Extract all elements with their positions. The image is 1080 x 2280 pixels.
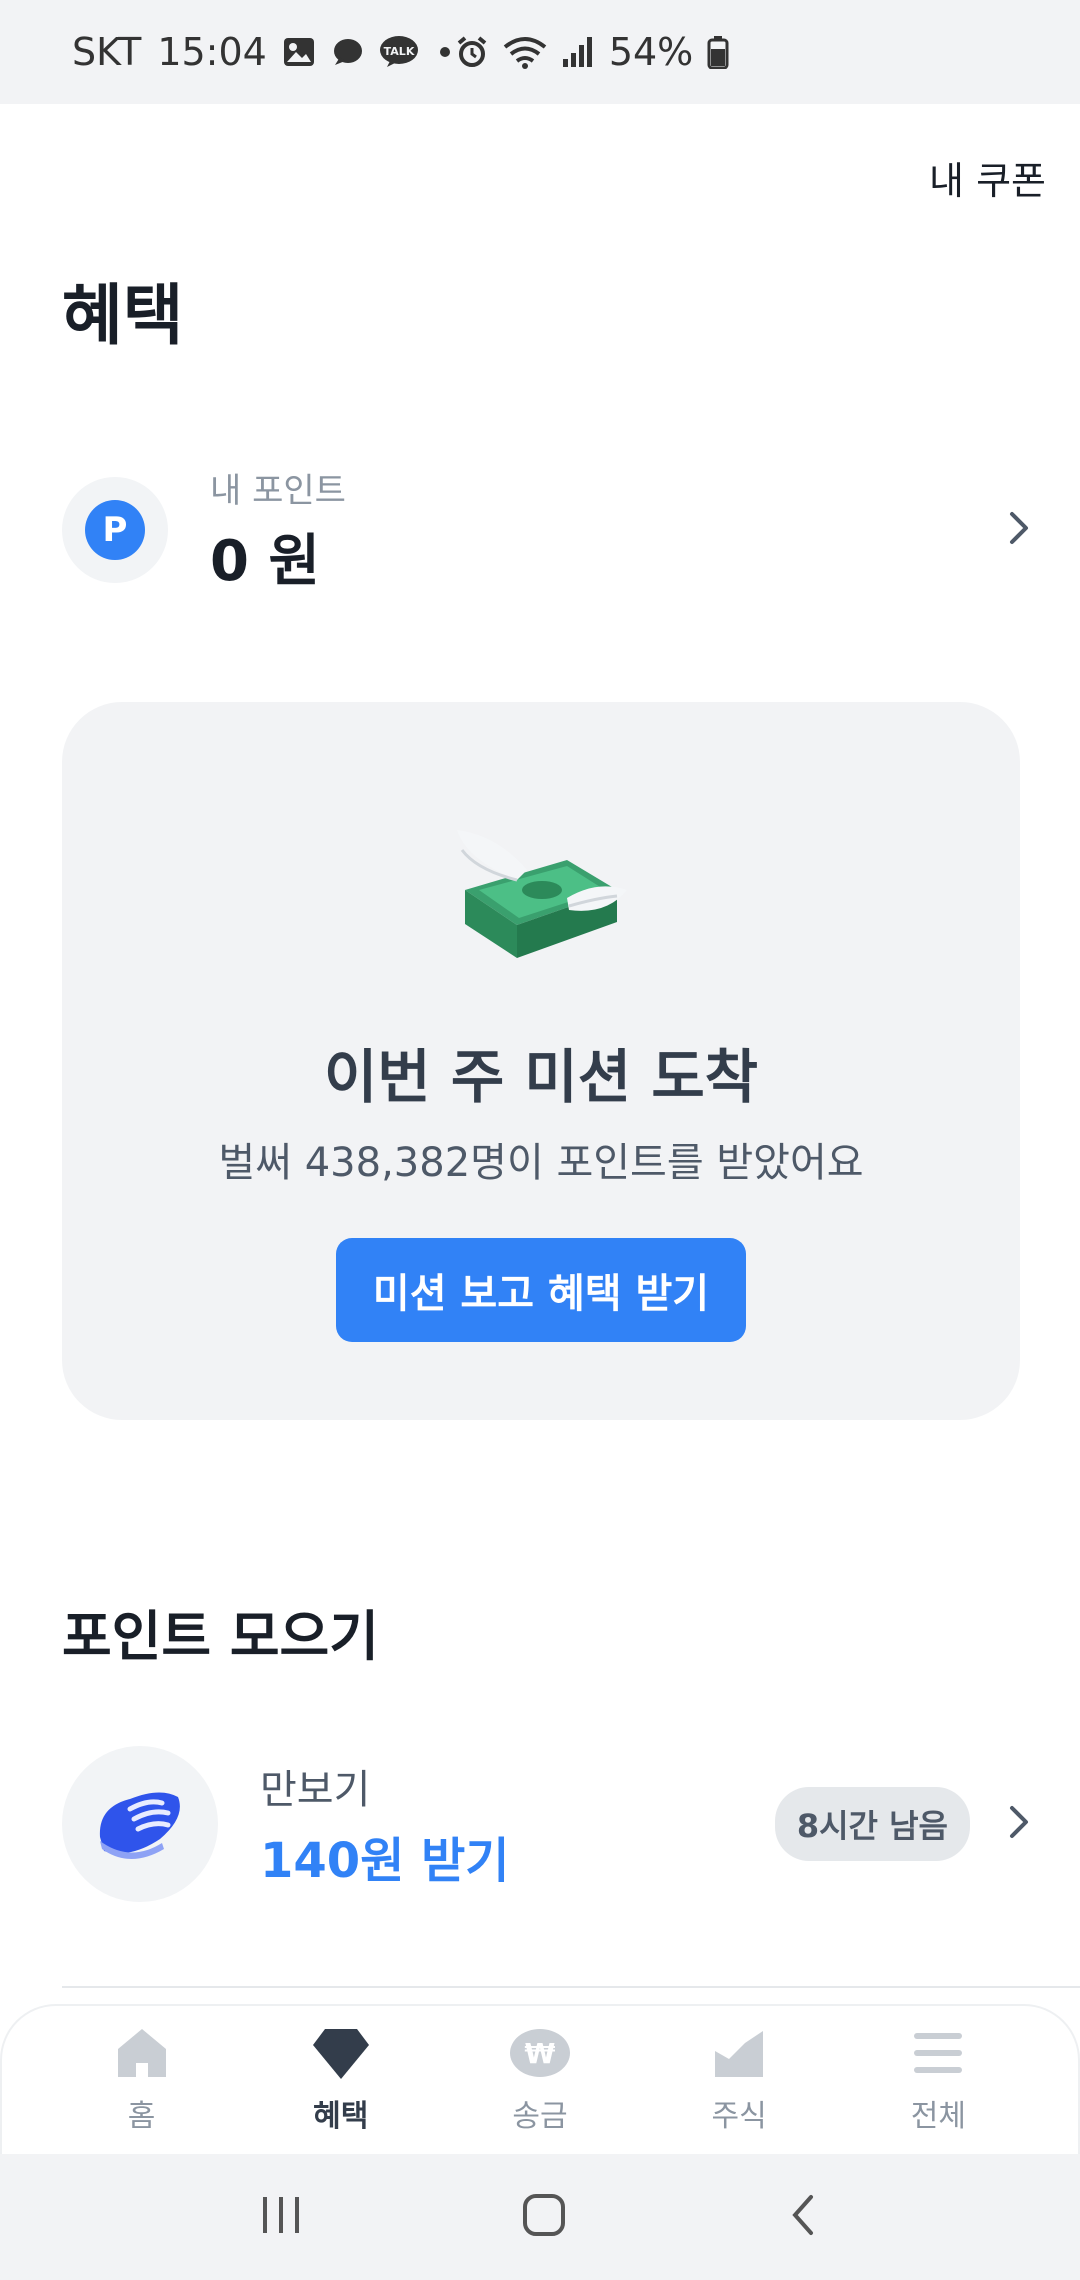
tab-stock[interactable]: 주식 [659, 2025, 819, 2135]
tab-all[interactable]: 전체 [858, 2025, 1018, 2135]
mission-subtitle: 벌써 438,382명이 포인트를 받았어요 [218, 1140, 864, 1186]
bottom-tab-bar: 홈 혜택 ₩ 송금 주식 전체 [0, 2004, 1080, 2154]
pedometer-item[interactable]: 만보기 140원 받기 8시간 남음 [62, 1746, 1032, 1902]
alarm-icon [455, 35, 489, 69]
menu-icon [910, 2025, 966, 2085]
page-title: 혜택 [62, 277, 184, 354]
tab-stock-label: 주식 [711, 2099, 767, 2134]
points-avatar: P [62, 477, 168, 583]
divider [62, 1986, 1080, 1988]
more-notifications-dot-icon [435, 42, 455, 62]
svg-text:TALK: TALK [383, 45, 414, 58]
svg-text:₩: ₩ [525, 2037, 556, 2070]
tab-home[interactable]: 홈 [62, 2025, 222, 2135]
tab-benefit-label: 혜택 [313, 2099, 369, 2134]
my-coupon-link[interactable]: 내 쿠폰 [929, 150, 1046, 205]
back-button[interactable] [785, 2191, 821, 2243]
points-value: 0 원 [210, 529, 320, 594]
stock-chart-icon [711, 2025, 767, 2085]
pedometer-avatar [62, 1746, 218, 1902]
home-icon [114, 2025, 170, 2085]
kakaotalk-icon: TALK [379, 35, 419, 69]
chevron-right-icon [1006, 1802, 1032, 1846]
pedometer-text: 만보기 140원 받기 [260, 1757, 509, 1891]
carrier-label: SKT [72, 30, 142, 74]
pedometer-label: 만보기 [260, 1767, 371, 1813]
wifi-icon [503, 35, 547, 69]
my-points-row[interactable]: P 내 포인트 0 원 [62, 470, 1032, 594]
time-remaining-badge: 8시간 남음 [774, 1787, 970, 1861]
points-text: 내 포인트 0 원 [210, 463, 346, 597]
home-button[interactable] [520, 2191, 568, 2243]
system-navigation-bar [0, 2154, 1080, 2280]
sneaker-icon [90, 1777, 190, 1871]
points-badge-icon: P [85, 500, 145, 560]
tab-transfer-label: 송금 [512, 2099, 568, 2134]
points-label: 내 포인트 [210, 471, 346, 511]
tab-transfer[interactable]: ₩ 송금 [460, 2025, 620, 2135]
battery-icon [707, 35, 729, 69]
mission-title: 이번 주 미션 도착 [323, 1043, 759, 1111]
weekly-mission-card: 이번 주 미션 도착 벌써 438,382명이 포인트를 받았어요 미션 보고 … [62, 702, 1020, 1420]
chat-bubble-icon [331, 37, 363, 67]
flying-money-icon [457, 820, 627, 974]
tab-benefit[interactable]: 혜택 [261, 2025, 421, 2135]
signal-icon [561, 35, 595, 69]
tab-home-label: 홈 [127, 2099, 156, 2134]
gallery-notification-icon [283, 37, 315, 67]
benefit-gem-icon [311, 2025, 371, 2085]
recent-apps-button[interactable] [259, 2193, 303, 2241]
pedometer-reward: 140원 받기 [260, 1833, 510, 1889]
status-left: SKT 15:04 TALK [72, 30, 455, 74]
tab-all-label: 전체 [910, 2099, 966, 2134]
status-right: 54% [455, 30, 729, 74]
mission-benefit-button[interactable]: 미션 보고 혜택 받기 [336, 1238, 746, 1342]
clock: 15:04 [157, 30, 267, 74]
chevron-right-icon [1006, 508, 1032, 552]
status-bar: SKT 15:04 TALK 54% [0, 0, 1080, 104]
won-transfer-icon: ₩ [508, 2025, 572, 2085]
battery-percent: 54% [608, 30, 694, 74]
collect-points-title: 포인트 모으기 [62, 1605, 379, 1668]
